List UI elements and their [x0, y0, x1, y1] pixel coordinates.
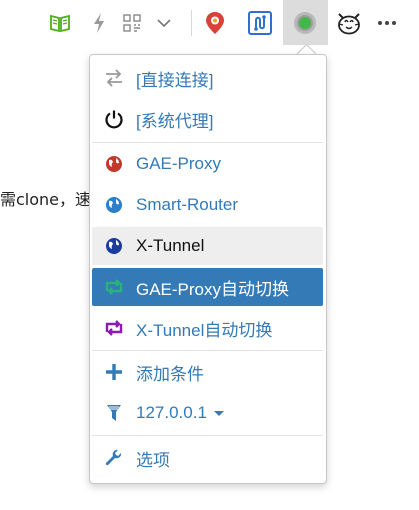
menu-item-x-tunnel-auto[interactable]: X-Tunnel自动切换	[92, 309, 323, 347]
menu-item-options[interactable]: 选项	[92, 439, 323, 477]
menu-divider	[92, 350, 323, 351]
menu-item-direct[interactable]: [直接连接]	[92, 59, 323, 97]
globe-blue-icon	[92, 186, 136, 224]
location-pin-icon[interactable]	[200, 8, 230, 38]
menu-item-label: [系统代理]	[136, 111, 214, 131]
more-icon[interactable]	[372, 8, 402, 38]
wrench-icon	[92, 439, 136, 477]
menu-item-label: GAE-Proxy自动切换	[136, 279, 290, 299]
menu-item-label: 选项	[136, 450, 170, 470]
globe-red-icon	[92, 145, 136, 183]
globe-darkblue-icon	[92, 227, 136, 265]
menu-item-gae-proxy[interactable]: GAE-Proxy	[92, 145, 323, 183]
direct-connection-icon	[92, 59, 136, 97]
plus-icon	[92, 353, 136, 391]
chevron-down-icon[interactable]	[149, 8, 179, 38]
flash-icon[interactable]	[84, 8, 114, 38]
menu-item-proxy-host[interactable]: 127.0.0.1	[92, 394, 323, 432]
dropdown-caret-icon	[213, 410, 224, 416]
switch-proxy-icon[interactable]	[245, 8, 275, 38]
menu-divider	[92, 435, 323, 436]
browser-toolbar	[0, 0, 419, 46]
reading-list-icon[interactable]	[45, 8, 75, 38]
menu-item-label: 添加条件	[136, 364, 204, 384]
menu-item-label: Smart-Router	[136, 195, 239, 214]
power-icon	[92, 100, 136, 138]
menu-divider	[92, 142, 323, 143]
xx-net-status-icon[interactable]	[290, 8, 320, 38]
menu-item-label: X-Tunnel	[136, 236, 205, 255]
menu-item-label: [直接连接]	[136, 70, 214, 90]
filter-icon	[92, 394, 136, 432]
switch-menu-popup: [直接连接] [系统代理] GAE-Proxy Smart-Router X-T…	[89, 54, 327, 484]
menu-item-system-proxy[interactable]: [系统代理]	[92, 100, 323, 138]
toolbar-separator	[191, 10, 192, 36]
menu-item-gae-proxy-auto[interactable]: GAE-Proxy自动切换	[92, 268, 323, 306]
menu-item-label: GAE-Proxy	[136, 154, 222, 173]
menu-item-label: X-Tunnel自动切换	[136, 320, 273, 340]
menu-item-label: 127.0.0.1	[136, 403, 207, 422]
menu-item-smart-router[interactable]: Smart-Router	[92, 186, 323, 224]
cat-face-icon[interactable]	[334, 8, 364, 38]
qr-code-icon[interactable]	[117, 8, 147, 38]
menu-item-x-tunnel[interactable]: X-Tunnel	[92, 227, 323, 265]
retweet-green-icon	[92, 268, 136, 306]
retweet-purple-icon	[92, 309, 136, 347]
menu-item-add-condition[interactable]: 添加条件	[92, 353, 323, 391]
